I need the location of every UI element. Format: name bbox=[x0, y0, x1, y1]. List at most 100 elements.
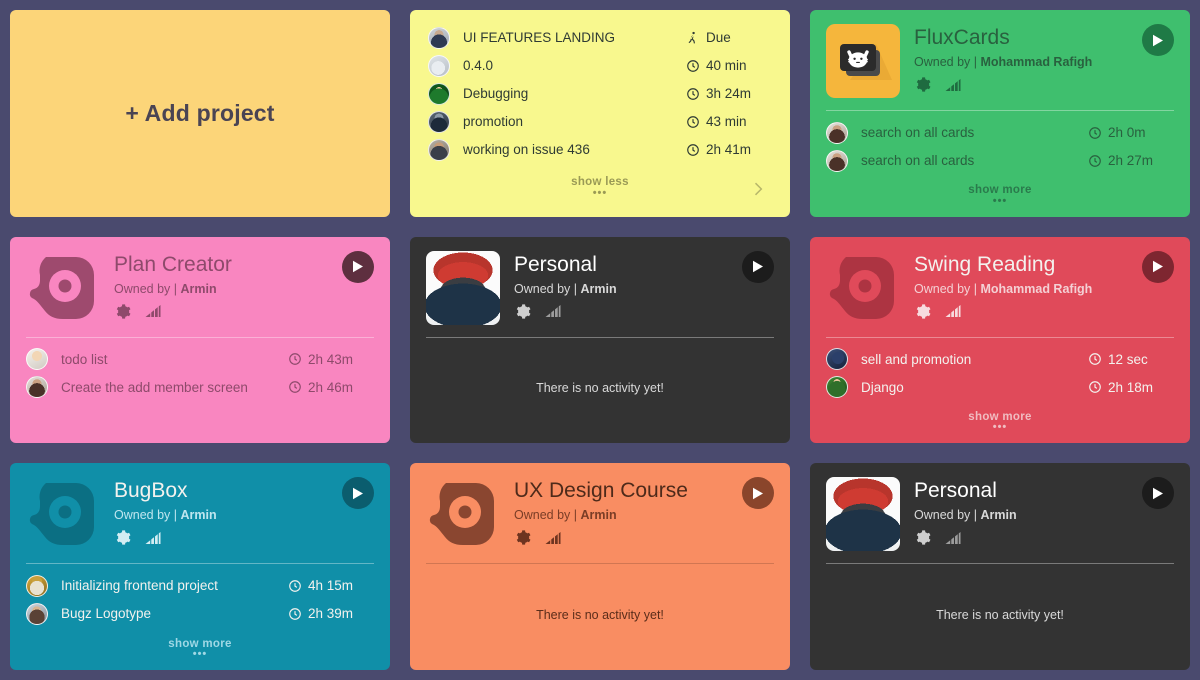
bar-chart-icon[interactable] bbox=[944, 530, 962, 546]
play-icon bbox=[1153, 260, 1163, 273]
project-card-plan-creator: Plan Creator Owned by | Armin todo list … bbox=[10, 236, 390, 444]
activity-row[interactable]: Create the add member screen 2h 46m bbox=[26, 374, 374, 401]
gear-icon[interactable] bbox=[514, 529, 531, 546]
activity-time: Due bbox=[686, 30, 772, 45]
activity-time: 43 min bbox=[686, 114, 772, 129]
clock-icon bbox=[289, 353, 301, 365]
owned-by-label: Owned by | bbox=[514, 508, 578, 523]
play-button[interactable] bbox=[742, 250, 774, 283]
avatar bbox=[26, 376, 48, 399]
bar-chart-icon[interactable] bbox=[144, 530, 162, 546]
activity-row[interactable]: Bugz Logotype 2h 39m bbox=[26, 600, 374, 627]
project-actions bbox=[914, 76, 1174, 93]
play-button[interactable] bbox=[1142, 250, 1174, 283]
activity-row[interactable]: todo list 2h 43m bbox=[26, 346, 374, 373]
bar-chart-icon[interactable] bbox=[944, 77, 962, 93]
project-actions bbox=[914, 529, 1174, 546]
owned-by-label: Owned by | bbox=[914, 281, 978, 296]
bar-chart-icon[interactable] bbox=[944, 303, 962, 319]
gear-icon[interactable] bbox=[914, 303, 931, 320]
project-card-bugbox: BugBox Owned by | Armin Initializing fro… bbox=[10, 463, 390, 670]
project-owner: Owned by | Armin bbox=[114, 282, 374, 296]
gear-icon[interactable] bbox=[114, 303, 131, 320]
project-owner: Owned by | Armin bbox=[514, 282, 774, 296]
owned-by-label: Owned by | bbox=[114, 508, 178, 523]
owner-name: Armin bbox=[580, 281, 617, 296]
bar-chart-icon[interactable] bbox=[544, 303, 562, 319]
activity-row[interactable]: search on all cards 2h 0m bbox=[826, 119, 1174, 146]
gear-icon[interactable] bbox=[914, 529, 931, 546]
play-button[interactable] bbox=[342, 250, 374, 283]
clock-icon bbox=[1089, 154, 1101, 167]
activity-row[interactable]: Initializing frontend project 4h 15m bbox=[26, 572, 374, 599]
activity-time-text: 4h 15m bbox=[308, 578, 354, 594]
activity-row[interactable]: promotion 43 min bbox=[428, 108, 772, 135]
project-info: BugBox Owned by | Armin bbox=[114, 477, 374, 551]
activity-name: Django bbox=[861, 379, 904, 395]
avatar bbox=[428, 138, 450, 161]
clock-icon bbox=[1089, 126, 1101, 139]
photo-avatar bbox=[826, 477, 900, 552]
clock-icon bbox=[687, 87, 699, 100]
activity-time: 40 min bbox=[686, 58, 772, 73]
show-less-toggle[interactable]: show less ••• bbox=[571, 176, 629, 199]
chevron-right-icon[interactable] bbox=[748, 179, 768, 199]
project-header: Personal Owned by | Armin bbox=[810, 463, 1190, 552]
play-button[interactable] bbox=[1142, 24, 1174, 56]
activity-row[interactable]: Django 2h 18m bbox=[826, 374, 1174, 401]
avatar bbox=[826, 376, 848, 399]
empty-activity-message: There is no activity yet! bbox=[536, 608, 664, 623]
project-owner: Owned by | Mohammad Rafigh bbox=[914, 55, 1174, 69]
activity-time-text: 2h 43m bbox=[308, 351, 354, 367]
clock-icon bbox=[289, 381, 301, 393]
activity-name: 0.4.0 bbox=[463, 58, 494, 73]
activity-time: 12 sec bbox=[1088, 352, 1174, 367]
show-more-toggle[interactable]: show more ••• bbox=[826, 406, 1174, 444]
show-more-toggle[interactable]: show more ••• bbox=[26, 633, 374, 671]
project-title: Swing Reading bbox=[914, 252, 1056, 276]
owner-name: Mohammad Rafigh bbox=[980, 55, 1093, 70]
activity-row[interactable]: UI FEATURES LANDING Due bbox=[428, 24, 772, 51]
paymo-p-logo bbox=[26, 477, 100, 551]
gear-icon[interactable] bbox=[914, 76, 931, 93]
project-actions bbox=[514, 529, 774, 546]
activity-name: promotion bbox=[463, 114, 524, 129]
project-owner: Owned by | Armin bbox=[914, 508, 1174, 522]
paymo-p-logo bbox=[826, 251, 900, 325]
gear-icon[interactable] bbox=[114, 529, 131, 546]
clock-icon bbox=[289, 579, 301, 592]
project-header: FluxCards Owned by | Mohammad Rafigh bbox=[810, 10, 1190, 98]
activity-row[interactable]: working on issue 436 2h 41m bbox=[428, 136, 772, 163]
show-more-dots: ••• bbox=[192, 648, 208, 660]
avatar bbox=[428, 26, 450, 49]
activity-row[interactable]: search on all cards 2h 27m bbox=[826, 147, 1174, 174]
activity-time-text: 2h 46m bbox=[308, 379, 354, 395]
walk-icon bbox=[688, 31, 695, 43]
activity-row[interactable]: Debugging 3h 24m bbox=[428, 80, 772, 107]
show-more-toggle[interactable]: show more ••• bbox=[826, 179, 1174, 217]
activity-row[interactable]: sell and promotion 12 sec bbox=[826, 346, 1174, 373]
activity-name: Debugging bbox=[463, 86, 529, 101]
project-actions bbox=[114, 529, 374, 546]
bar-chart-icon[interactable] bbox=[544, 530, 562, 546]
photo-avatar bbox=[426, 250, 500, 325]
activity-name: Create the add member screen bbox=[61, 379, 248, 395]
owner-name: Armin bbox=[580, 508, 617, 523]
activity-time-text: 12 sec bbox=[1108, 351, 1148, 367]
gear-icon[interactable] bbox=[514, 303, 531, 320]
project-info: Personal Owned by | Armin bbox=[514, 251, 774, 325]
project-activity-list: Initializing frontend project 4h 15m Bug… bbox=[10, 564, 390, 670]
project-grid: + Add project UI FEATURES LANDING Due 0.… bbox=[10, 10, 1190, 670]
bar-chart-icon[interactable] bbox=[144, 303, 162, 319]
project-actions bbox=[114, 303, 374, 320]
avatar bbox=[428, 82, 450, 105]
project-header: Swing Reading Owned by | Mohammad Rafigh bbox=[810, 237, 1190, 325]
activity-name: Bugz Logotype bbox=[61, 606, 152, 622]
project-card-personal-1: Personal Owned by | Armin There is no ac… bbox=[410, 236, 790, 444]
activity-row[interactable]: 0.4.0 40 min bbox=[428, 52, 772, 79]
project-activity-list: There is no activity yet! bbox=[810, 564, 1190, 670]
clock-icon bbox=[687, 143, 699, 156]
project-actions bbox=[914, 303, 1174, 320]
project-card-fluxcards: FluxCards Owned by | Mohammad Rafigh sea… bbox=[810, 10, 1190, 217]
add-project-card[interactable]: + Add project bbox=[10, 10, 390, 217]
